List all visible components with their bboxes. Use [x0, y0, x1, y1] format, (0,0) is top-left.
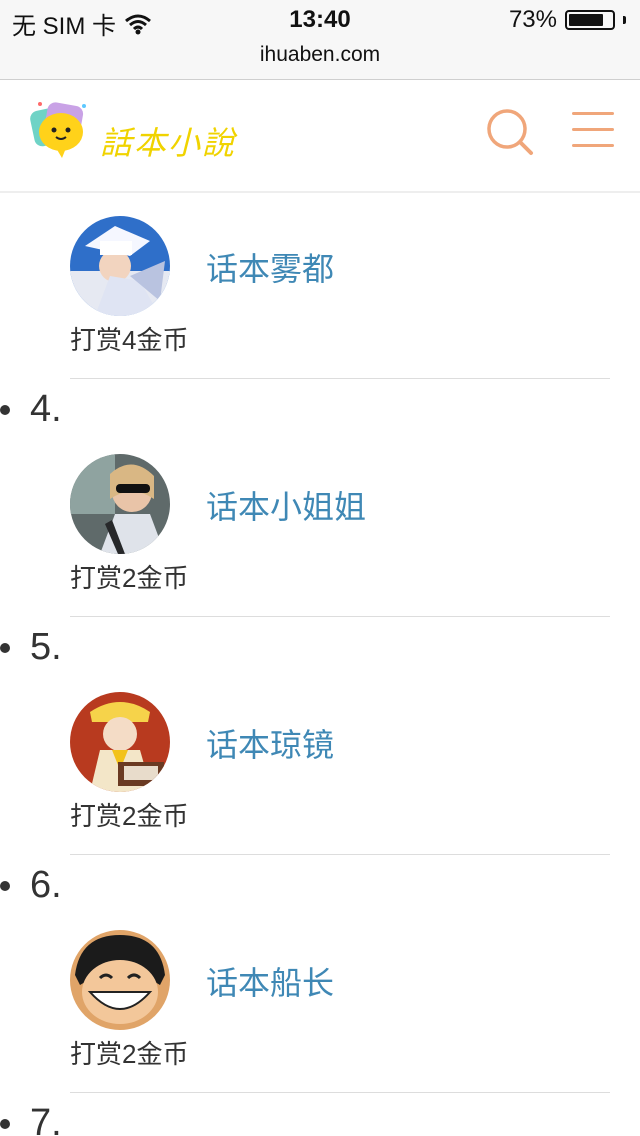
- username-link[interactable]: 话本琼镜: [206, 720, 334, 766]
- avatar[interactable]: [70, 454, 170, 554]
- avatar-image: [70, 216, 170, 316]
- battery-percent: 73%: [508, 6, 557, 33]
- site-header: 話本小說: [0, 80, 640, 193]
- site-logo[interactable]: 話本小說: [26, 100, 256, 170]
- divider: [70, 616, 610, 617]
- battery-icon: [565, 10, 615, 30]
- avatar[interactable]: [70, 216, 170, 316]
- logo-text: 話本小說: [100, 124, 237, 162]
- reward-text: 打赏2金币: [70, 801, 189, 831]
- username-link[interactable]: 话本船长: [206, 958, 334, 1004]
- rank-number: 5.: [0, 626, 62, 669]
- avatar[interactable]: [70, 930, 170, 1030]
- speech-bubble-logo-icon: [30, 102, 86, 158]
- avatar-image: [70, 454, 170, 554]
- battery-status: 73%: [509, 6, 626, 34]
- divider: [70, 1092, 610, 1093]
- avatar-image: [70, 930, 170, 1030]
- reward-text: 打赏4金币: [70, 325, 189, 355]
- avatar[interactable]: [70, 692, 170, 792]
- search-icon: [487, 109, 533, 155]
- hamburger-menu-icon: [572, 112, 614, 147]
- list-item: 话本雾都 打赏4金币: [70, 192, 610, 355]
- rank-number: 4.: [0, 388, 62, 431]
- reward-text: 打赏2金币: [70, 1039, 189, 1069]
- avatar-image: [70, 692, 170, 792]
- status-bar: 无 SIM 卡 13:40 73%: [0, 0, 640, 40]
- rank-number: 7.: [0, 1102, 62, 1136]
- search-button[interactable]: [484, 106, 536, 158]
- reward-text: 打赏2金币: [70, 563, 189, 593]
- address-bar[interactable]: ihuaben.com: [0, 40, 640, 80]
- divider: [70, 378, 610, 379]
- reward-ranking-list: 话本雾都 打赏4金币 4. 话本小姐姐 打赏2金币 5. 话本琼镜 打赏2金币 …: [0, 192, 640, 1136]
- list-item: 话本小姐姐 打赏2金币: [70, 430, 610, 593]
- username-link[interactable]: 话本小姐姐: [206, 482, 366, 528]
- list-item: 话本琼镜 打赏2金币: [70, 668, 610, 831]
- url-text: ihuaben.com: [259, 43, 381, 66]
- username-link[interactable]: 话本雾都: [206, 244, 334, 290]
- divider: [70, 854, 610, 855]
- list-item: 话本船长 打赏2金币: [70, 906, 610, 1069]
- menu-button[interactable]: [572, 112, 614, 152]
- rank-number: 6.: [0, 864, 62, 907]
